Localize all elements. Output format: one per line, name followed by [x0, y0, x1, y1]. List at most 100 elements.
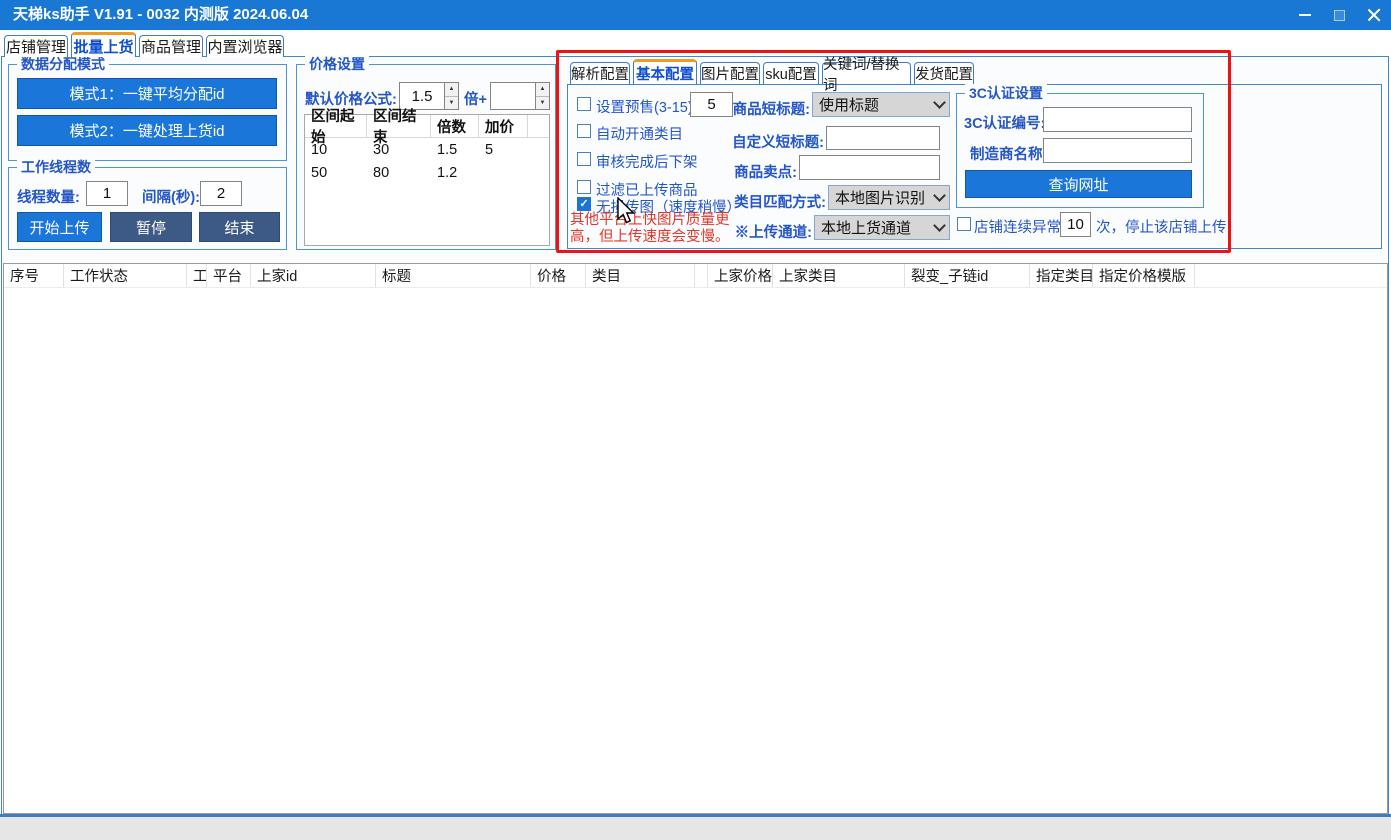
minimize-button[interactable]: [1288, 0, 1322, 30]
chevron-down-icon: [929, 186, 949, 209]
spin-up-glyph: ▲: [540, 86, 546, 92]
window-title: 天梯ks助手 V1.91 - 0032 内测版 2024.06.04: [13, 0, 308, 30]
maximize-icon: [1334, 10, 1345, 21]
spin-down-icon[interactable]: ▼: [445, 97, 458, 110]
config-tab-sku[interactable]: sku配置: [763, 62, 819, 84]
chevron-down-icon: [929, 93, 949, 116]
lossless-upload-checkbox[interactable]: ✓: [577, 197, 591, 211]
tab-builtin-browser[interactable]: 内置浏览器: [206, 35, 284, 57]
spin-down-icon[interactable]: ▼: [536, 97, 549, 110]
check-icon: ✓: [578, 198, 590, 210]
tab-batch-upload[interactable]: 批量上货: [71, 32, 136, 57]
interval-input[interactable]: [200, 181, 242, 206]
col-header-platform[interactable]: 平台: [207, 264, 251, 287]
price-addon-spinner[interactable]: ▲ ▼: [536, 82, 550, 110]
col-header-split-child-id[interactable]: 裂变_子链id: [905, 264, 1030, 287]
price-col-header: 区间结束: [367, 115, 431, 137]
tab-label: 商品管理: [141, 36, 201, 57]
upload-list-header[interactable]: 序号 工作状态 工 平台 上家id 标题 价格 类目 上家价格 上家类目 裂变_…: [4, 264, 1387, 288]
presale-checkbox[interactable]: ✓: [577, 97, 591, 111]
data-mode-group-title: 数据分配模式: [17, 55, 109, 73]
thread-count-input[interactable]: [86, 181, 128, 206]
tab-label: 内置浏览器: [207, 36, 282, 57]
selling-point-input[interactable]: [799, 155, 940, 180]
markup-cell: 5: [479, 138, 528, 161]
price-table-header: 区间起始 区间结束 倍数 加价: [305, 115, 549, 138]
short-title-select[interactable]: 使用标题: [812, 92, 950, 117]
cert-no-label: 3C认证编号:: [964, 112, 1045, 133]
price-formula-spinner[interactable]: ▲ ▼: [445, 82, 459, 110]
pause-button[interactable]: 暂停: [110, 212, 192, 242]
config-tab-delivery[interactable]: 发货配置: [914, 62, 974, 84]
offshelf-label: 审核完成后下架: [596, 151, 698, 172]
col-header-assigned-price-template[interactable]: 指定价格模版: [1093, 264, 1195, 287]
tab-label: sku配置: [765, 63, 817, 84]
manufacturer-input[interactable]: [1043, 138, 1192, 163]
mode1-button[interactable]: 模式1：一键平均分配id: [17, 78, 277, 109]
tab-shop-manage[interactable]: 店铺管理: [4, 35, 68, 57]
category-match-select[interactable]: 本地图片识别: [828, 185, 950, 210]
price-col-header: 倍数: [431, 115, 479, 137]
col-header-spacer[interactable]: [695, 264, 708, 287]
tab-label: 发货配置: [915, 63, 973, 84]
shop-abnormal-checkbox[interactable]: ✓: [957, 217, 971, 231]
col-header-source-category[interactable]: 上家类目: [773, 264, 905, 287]
col-header-source-price[interactable]: 上家价格: [708, 264, 773, 287]
upload-list-table[interactable]: 序号 工作状态 工 平台 上家id 标题 价格 类目 上家价格 上家类目 裂变_…: [3, 263, 1388, 814]
multiplier-cell: 1.2: [431, 161, 479, 184]
tab-label: 解析配置: [571, 63, 629, 84]
start-upload-button[interactable]: 开始上传: [17, 212, 102, 242]
markup-cell: [479, 161, 528, 184]
tab-label: 图片配置: [701, 63, 759, 84]
chevron-down-icon: [929, 216, 949, 239]
col-header-assigned-category[interactable]: 指定类目: [1030, 264, 1093, 287]
upload-channel-label: ※上传通道:: [726, 221, 812, 242]
col-header-category[interactable]: 类目: [586, 264, 695, 287]
maximize-button[interactable]: [1322, 0, 1356, 30]
spin-up-icon[interactable]: ▲: [536, 83, 549, 97]
cert-3c-group-title: 3C认证设置: [965, 84, 1047, 102]
selling-point-label: 商品卖点:: [726, 161, 797, 182]
col-header-work[interactable]: 工: [187, 264, 207, 287]
offshelf-checkbox[interactable]: ✓: [577, 152, 591, 166]
range-end-cell: 30: [367, 138, 431, 161]
spin-up-icon[interactable]: ▲: [445, 83, 458, 97]
config-tab-basic[interactable]: 基本配置: [633, 59, 697, 84]
category-match-value: 本地图片识别: [835, 187, 925, 208]
col-header-title[interactable]: 标题: [376, 264, 531, 287]
col-header-index[interactable]: 序号: [4, 264, 64, 287]
filter-uploaded-checkbox[interactable]: ✓: [577, 180, 591, 194]
query-url-button[interactable]: 查询网址: [965, 170, 1192, 198]
upload-channel-select[interactable]: 本地上货通道: [814, 215, 950, 240]
price-table-row[interactable]: 10 30 1.5 5: [305, 138, 549, 161]
close-icon: [1367, 8, 1381, 22]
spin-down-glyph: ▼: [449, 100, 455, 106]
stop-button[interactable]: 结束: [199, 212, 280, 242]
price-range-table[interactable]: 区间起始 区间结束 倍数 加价 10 30 1.5 5 50 80 1.2: [304, 114, 550, 246]
price-table-row[interactable]: 50 80 1.2: [305, 161, 549, 184]
bottom-status-strip: [0, 817, 1391, 840]
config-tab-keywords[interactable]: 关键词/替换词: [822, 62, 911, 84]
shop-abnormal-prefix-label: 店铺连续异常: [974, 216, 1061, 237]
shop-abnormal-suffix-label: 次，停止该店铺上传: [1096, 216, 1227, 237]
cert-no-input[interactable]: [1043, 107, 1192, 132]
col-header-price[interactable]: 价格: [531, 264, 586, 287]
config-tab-image[interactable]: 图片配置: [700, 62, 760, 84]
price-col-header-filler: [528, 115, 549, 137]
config-tab-parse[interactable]: 解析配置: [570, 62, 630, 84]
range-start-cell: 10: [305, 138, 367, 161]
price-col-header: 加价: [479, 115, 528, 137]
col-header-source-id[interactable]: 上家id: [251, 264, 376, 287]
tab-product-manage[interactable]: 商品管理: [139, 35, 203, 57]
range-start-cell: 50: [305, 161, 367, 184]
price-addon-input[interactable]: [490, 82, 536, 110]
col-header-work-status[interactable]: 工作状态: [64, 264, 187, 287]
tab-label: 关键词/替换词: [823, 53, 910, 95]
shop-abnormal-count-input[interactable]: [1060, 212, 1091, 237]
auto-category-checkbox[interactable]: ✓: [577, 124, 591, 138]
custom-short-title-input[interactable]: [826, 126, 940, 150]
mode2-button[interactable]: 模式2：一键处理上货id: [17, 115, 277, 146]
short-title-label: 商品短标题:: [726, 98, 810, 119]
close-button[interactable]: [1357, 0, 1391, 30]
price-settings-group-title: 价格设置: [305, 55, 369, 73]
